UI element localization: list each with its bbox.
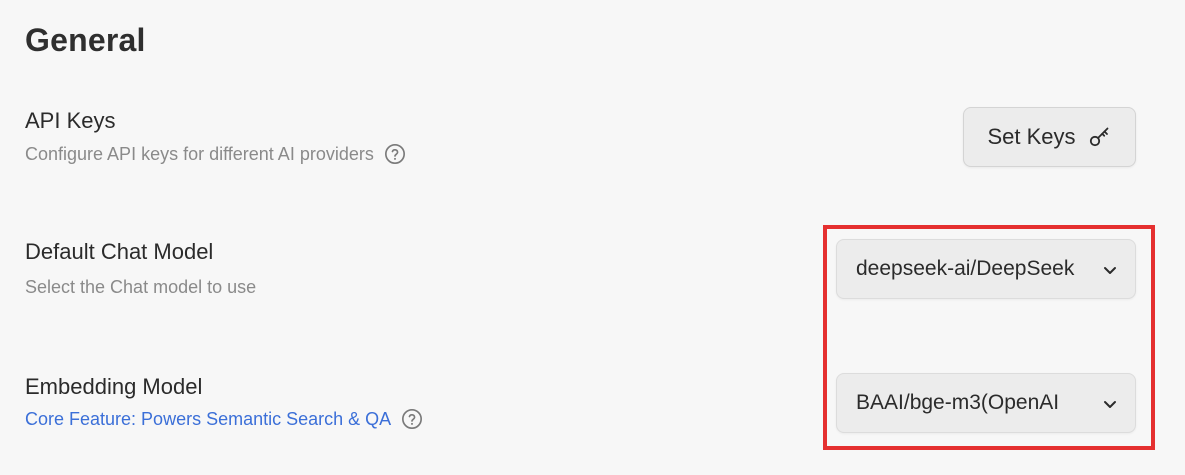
embedding-model-description[interactable]: Core Feature: Powers Semantic Search & Q… bbox=[25, 409, 391, 430]
api-keys-description: Configure API keys for different AI prov… bbox=[25, 143, 374, 164]
api-keys-title: API Keys bbox=[25, 108, 116, 133]
chevron-down-icon bbox=[1104, 401, 1116, 408]
chevron-down-icon bbox=[1104, 267, 1116, 274]
chat-model-select[interactable]: deepseek-ai/DeepSeek bbox=[836, 239, 1136, 299]
chat-model-description-row: Select the Chat model to use bbox=[25, 277, 256, 298]
chat-model-description: Select the Chat model to use bbox=[25, 277, 257, 297]
question-circle-icon[interactable] bbox=[384, 143, 406, 165]
embedding-model-select[interactable]: BAAI/bge-m3(OpenAI bbox=[836, 373, 1136, 433]
chat-model-title: Default Chat Model bbox=[25, 239, 214, 264]
key-icon bbox=[1089, 127, 1108, 147]
set-keys-button[interactable]: Set Keys bbox=[963, 107, 1136, 167]
embedding-model-selected-value: BAAI/bge-m3(OpenAI bbox=[856, 391, 1060, 414]
embedding-model-title: Embedding Model bbox=[25, 374, 203, 399]
chat-model-selected-value: deepseek-ai/DeepSeek bbox=[856, 257, 1075, 280]
page-title: General bbox=[25, 22, 146, 58]
question-circle-icon[interactable] bbox=[401, 408, 423, 430]
set-keys-button-label: Set Keys bbox=[987, 124, 1076, 149]
embedding-model-description-row: Core Feature: Powers Semantic Search & Q… bbox=[25, 408, 423, 430]
api-keys-description-row: Configure API keys for different AI prov… bbox=[25, 143, 406, 165]
